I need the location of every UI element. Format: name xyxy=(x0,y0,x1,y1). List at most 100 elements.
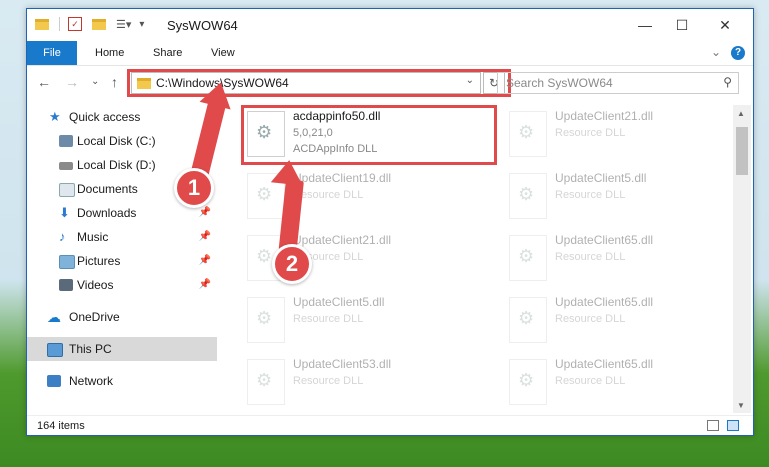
search-icon: ⚲ xyxy=(723,75,732,89)
expand-ribbon-icon[interactable]: ⌄ xyxy=(711,45,721,59)
gear-icon: ⚙ xyxy=(518,308,535,328)
new-folder-icon[interactable] xyxy=(92,18,106,30)
scroll-up-icon[interactable]: ▲ xyxy=(737,109,745,118)
sidebar-item-this-pc[interactable]: This PC xyxy=(27,337,217,361)
file-type: Resource DLL xyxy=(293,189,364,201)
file-type: Resource DLL xyxy=(293,375,364,387)
forward-button[interactable]: → xyxy=(65,74,79,90)
scrollbar-thumb[interactable] xyxy=(736,127,748,175)
file-item[interactable]: ⚙ UpdateClient65.dll Resource DLL xyxy=(503,291,733,351)
file-name: UpdateClient21.dll xyxy=(293,233,392,247)
file-name: UpdateClient21.dll xyxy=(555,109,654,123)
computer-icon xyxy=(47,343,63,357)
toolbar-dropdown-icon[interactable]: ▾ xyxy=(139,19,144,30)
dll-file-icon: ⚙ xyxy=(509,359,547,405)
file-highlight-box xyxy=(241,105,497,165)
file-item[interactable]: ⚙ UpdateClient53.dll Resource DLL xyxy=(241,353,471,409)
sidebar-item-quick-access[interactable]: ★ Quick access xyxy=(27,105,217,129)
step-badge-2: 2 xyxy=(272,244,312,284)
sidebar-item-label: Music xyxy=(77,230,109,244)
dll-file-icon: ⚙ xyxy=(509,173,547,219)
sidebar-item-network[interactable]: Network xyxy=(27,369,217,393)
pin-icon: 📌 xyxy=(198,231,211,242)
file-type: Resource DLL xyxy=(555,251,626,263)
recent-locations-button[interactable]: ⌄ xyxy=(91,76,99,87)
sidebar-item-label: OneDrive xyxy=(69,310,120,324)
up-button[interactable]: ↑ xyxy=(111,74,118,90)
videos-icon xyxy=(59,279,73,291)
title-bar: ✓ ☰▾ ▾ SysWOW64 — ☐ ✕ xyxy=(27,9,753,41)
sidebar-item-label: Documents xyxy=(77,182,138,196)
pin-icon: 📌 xyxy=(198,279,211,290)
sidebar-item-label: Pictures xyxy=(77,254,121,268)
close-button[interactable]: ✕ xyxy=(711,15,739,35)
file-item[interactable]: ⚙ UpdateClient5.dll Resource DLL xyxy=(241,291,471,351)
file-name: UpdateClient19.dll xyxy=(293,171,392,185)
star-icon: ★ xyxy=(49,109,61,124)
tab-file[interactable]: File xyxy=(27,41,77,65)
pin-icon: 📌 xyxy=(198,255,211,266)
tab-share[interactable]: Share xyxy=(141,41,194,65)
large-icons-view-icon[interactable] xyxy=(727,420,739,431)
cloud-icon: ☁ xyxy=(47,309,61,325)
dll-file-icon: ⚙ xyxy=(509,297,547,343)
gear-icon: ⚙ xyxy=(518,122,535,142)
file-item[interactable]: ⚙ UpdateClient65.dll Resource DLL xyxy=(503,229,733,289)
help-icon[interactable]: ? xyxy=(731,46,745,60)
search-input[interactable]: Search SysWOW64 xyxy=(506,76,613,90)
file-type: Resource DLL xyxy=(555,127,626,139)
tab-view[interactable]: View xyxy=(199,41,247,65)
file-type: Resource DLL xyxy=(555,313,626,325)
music-icon: ♪ xyxy=(59,229,66,244)
sidebar-item-label: Videos xyxy=(77,278,114,292)
network-icon xyxy=(47,375,61,387)
sidebar-item-music[interactable]: ♪ Music 📌 xyxy=(27,225,217,249)
folder-icon xyxy=(35,18,49,30)
sidebar-item-label: Quick access xyxy=(69,110,141,124)
dll-file-icon: ⚙ xyxy=(509,235,547,281)
customize-toolbar-icon[interactable]: ☰▾ xyxy=(116,18,131,31)
gear-icon: ⚙ xyxy=(518,246,535,266)
file-item[interactable]: ⚙ UpdateClient65.dll Resource DLL xyxy=(503,353,733,409)
search-box[interactable]: Search SysWOW64 ⚲ xyxy=(497,72,739,94)
file-type: Resource DLL xyxy=(555,189,626,201)
sidebar-item-local-disk-c[interactable]: Local Disk (C:) 📌 xyxy=(27,129,217,153)
gear-icon: ⚙ xyxy=(256,184,273,204)
tab-home[interactable]: Home xyxy=(83,41,136,65)
gear-icon: ⚙ xyxy=(256,246,273,266)
status-bar: 164 items xyxy=(27,415,753,436)
file-name: UpdateClient65.dll xyxy=(555,295,654,309)
sidebar-item-label: This PC xyxy=(69,342,112,356)
ribbon-tabs: File Home Share View ⌄ ? xyxy=(27,41,753,66)
scroll-down-icon[interactable]: ▼ xyxy=(737,401,745,410)
dll-file-icon: ⚙ xyxy=(247,359,285,405)
file-item[interactable]: ⚙ UpdateClient5.dll Resource DLL xyxy=(503,167,733,227)
pictures-icon xyxy=(59,255,75,269)
dll-file-icon: ⚙ xyxy=(509,111,547,157)
gear-icon: ⚙ xyxy=(518,184,535,204)
file-name: UpdateClient5.dll xyxy=(293,295,385,309)
minimize-button[interactable]: — xyxy=(631,15,659,35)
gear-icon: ⚙ xyxy=(256,308,273,328)
step-badge-1: 1 xyxy=(174,168,214,208)
file-type: Resource DLL xyxy=(293,313,364,325)
dll-file-icon: ⚙ xyxy=(247,297,285,343)
file-item[interactable]: ⚙ UpdateClient21.dll Resource DLL xyxy=(503,105,733,165)
window-title: SysWOW64 xyxy=(167,18,238,33)
details-view-icon[interactable] xyxy=(707,420,719,431)
maximize-button[interactable]: ☐ xyxy=(668,15,696,35)
download-icon: ⬇ xyxy=(59,205,70,220)
drive-icon xyxy=(59,162,73,170)
file-name: UpdateClient53.dll xyxy=(293,357,392,371)
sidebar-item-onedrive[interactable]: ☁ OneDrive xyxy=(27,305,217,329)
properties-icon[interactable]: ✓ xyxy=(68,17,82,31)
drive-icon xyxy=(59,135,73,147)
vertical-scrollbar[interactable]: ▲ ▼ xyxy=(733,105,751,413)
sidebar-item-videos[interactable]: Videos 📌 xyxy=(27,273,217,297)
sidebar-item-label: Local Disk (C:) xyxy=(77,134,156,148)
item-count: 164 items xyxy=(37,420,85,432)
back-button[interactable]: ← xyxy=(37,74,51,90)
file-name: UpdateClient65.dll xyxy=(555,357,654,371)
sidebar-item-pictures[interactable]: Pictures 📌 xyxy=(27,249,217,273)
file-name: UpdateClient5.dll xyxy=(555,171,647,185)
